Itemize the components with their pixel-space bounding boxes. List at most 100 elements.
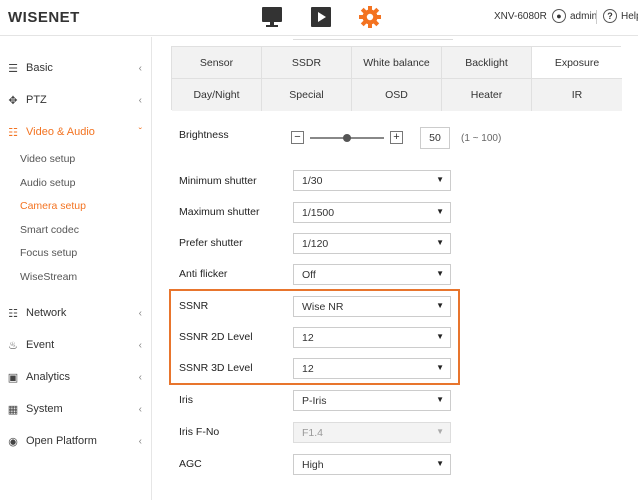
- prefer-shutter-select[interactable]: 1/120 ▼: [293, 233, 451, 254]
- tab-ir[interactable]: IR: [532, 79, 622, 111]
- playback-icon[interactable]: [308, 5, 334, 29]
- list-icon: ☰: [8, 62, 18, 75]
- sidebar-item-basic[interactable]: ☰ Basic ‹: [0, 57, 152, 79]
- user-menu[interactable]: ● admin: [552, 9, 597, 23]
- agc-value: High: [302, 458, 324, 471]
- help-label: Help: [621, 10, 638, 22]
- ssnr-2d-level-label: SSNR 2D Level: [179, 331, 253, 343]
- monitor-icon[interactable]: [259, 5, 285, 29]
- sidebar-item-label: Analytics: [26, 371, 71, 383]
- sidebar-item-system[interactable]: ▦ System ‹: [0, 398, 152, 420]
- tab-ssdr[interactable]: SSDR: [262, 47, 352, 79]
- subitem-video-setup[interactable]: Video setup: [20, 153, 75, 165]
- iris-select[interactable]: P-Iris ▼: [293, 390, 451, 411]
- ssnr-2d-level-select[interactable]: 12 ▼: [293, 327, 451, 348]
- setup-gear-icon[interactable]: [357, 5, 383, 29]
- prefer-shutter-label: Prefer shutter: [179, 237, 243, 249]
- agc-label: AGC: [179, 458, 202, 470]
- chevron-left-icon: ‹: [138, 94, 142, 106]
- sidebar-item-label: Network: [26, 307, 67, 319]
- agc-select[interactable]: High ▼: [293, 454, 451, 475]
- subitem-smart-codec[interactable]: Smart codec: [20, 224, 79, 236]
- tab-backlight[interactable]: Backlight: [442, 47, 532, 79]
- brightness-label: Brightness: [179, 129, 229, 141]
- sidebar-item-label: PTZ: [26, 94, 47, 106]
- user-name: admin: [570, 10, 598, 22]
- chevron-left-icon: ‹: [138, 403, 142, 415]
- move-icon: ✥: [8, 94, 18, 107]
- brightness-range-hint: (1 ~ 100): [461, 133, 502, 144]
- chevron-left-icon: ‹: [138, 307, 142, 319]
- dropdown-caret-icon: ▼: [436, 301, 444, 310]
- chevron-left-icon: ‹: [138, 435, 142, 447]
- dropdown-caret-icon: ▼: [436, 427, 444, 436]
- sliders-icon: ☷: [8, 126, 18, 139]
- max-shutter-select[interactable]: 1/1500 ▼: [293, 202, 451, 223]
- dropdown-caret-icon: ▼: [436, 269, 444, 278]
- brightness-slider-handle[interactable]: [343, 134, 351, 142]
- iris-fno-select: F1.4 ▼: [293, 422, 451, 443]
- sidebar-item-label: Basic: [26, 62, 53, 74]
- ssnr-value: Wise NR: [302, 300, 344, 313]
- sidebar: ☰ Basic ‹ ✥ PTZ ‹ ☷ Video & Audio ˇ Vide…: [0, 37, 152, 500]
- chevron-left-icon: ‹: [138, 339, 142, 351]
- user-icon: ●: [552, 9, 566, 23]
- chip-icon: ▦: [7, 403, 19, 416]
- network-icon: ☷: [8, 307, 18, 320]
- subitem-audio-setup[interactable]: Audio setup: [20, 177, 75, 189]
- min-shutter-value: 1/30: [302, 174, 323, 187]
- sidebar-item-label: Event: [26, 339, 55, 351]
- tab-special[interactable]: Special: [262, 79, 352, 111]
- platform-icon: ◉: [8, 435, 18, 448]
- tab-white-balance[interactable]: White balance: [352, 47, 442, 79]
- tab-sensor[interactable]: Sensor: [172, 47, 262, 79]
- sidebar-item-network[interactable]: ☷ Network ‹: [0, 302, 152, 324]
- brightness-increase-button[interactable]: +: [390, 131, 403, 144]
- subitem-camera-setup[interactable]: Camera setup: [20, 200, 86, 212]
- ssnr-3d-level-label: SSNR 3D Level: [179, 362, 253, 374]
- dropdown-caret-icon: ▼: [436, 332, 444, 341]
- prefer-shutter-value: 1/120: [302, 237, 329, 250]
- ssnr-3d-level-select[interactable]: 12 ▼: [293, 358, 451, 379]
- sidebar-item-open-platform[interactable]: ◉ Open Platform ‹: [0, 430, 152, 452]
- iris-fno-label: Iris F-No: [179, 426, 220, 438]
- dropdown-caret-icon: ▼: [436, 238, 444, 247]
- chevron-left-icon: ‹: [138, 62, 142, 74]
- subitem-wisestream[interactable]: WiseStream: [20, 271, 77, 283]
- help-icon: ?: [603, 9, 617, 23]
- wisenet-logo: WISENET: [8, 9, 80, 26]
- ssnr-2d-level-value: 12: [302, 331, 314, 344]
- iris-fno-value: F1.4: [302, 426, 324, 439]
- dropdown-caret-icon: ▼: [436, 459, 444, 468]
- sidebar-item-video-audio[interactable]: ☷ Video & Audio ˇ: [0, 121, 152, 143]
- sidebar-item-label: Open Platform: [26, 435, 97, 447]
- sidebar-item-ptz[interactable]: ✥ PTZ ‹: [0, 89, 152, 111]
- brightness-decrease-button[interactable]: −: [291, 131, 304, 144]
- tab-day-night[interactable]: Day/Night: [172, 79, 262, 111]
- subitem-focus-setup[interactable]: Focus setup: [20, 247, 77, 259]
- max-shutter-label: Maximum shutter: [179, 206, 260, 218]
- chevron-down-icon: ˇ: [138, 126, 142, 138]
- brightness-value-input[interactable]: 50: [420, 127, 450, 149]
- sidebar-item-label: System: [26, 403, 63, 415]
- dropdown-caret-icon: ▼: [436, 363, 444, 372]
- tab-osd[interactable]: OSD: [352, 79, 442, 111]
- help-link[interactable]: ? Help: [603, 9, 638, 23]
- tab-heater[interactable]: Heater: [442, 79, 532, 111]
- header-divider: [596, 10, 597, 24]
- iris-label: Iris: [179, 394, 193, 406]
- top-header: WISENET XNV-6080R ● admin ? Hel: [0, 0, 638, 36]
- sidebar-item-event[interactable]: ♨ Event ‹: [0, 334, 152, 356]
- ssnr-select[interactable]: Wise NR ▼: [293, 296, 451, 317]
- chevron-left-icon: ‹: [138, 371, 142, 383]
- anti-flicker-select[interactable]: Off ▼: [293, 264, 451, 285]
- tab-exposure[interactable]: Exposure: [532, 47, 622, 79]
- camera-setup-tabs: Sensor SSDR White balance Backlight Expo…: [171, 46, 622, 111]
- sidebar-item-analytics[interactable]: ▣ Analytics ‹: [0, 366, 152, 388]
- main-content: Sensor SSDR White balance Backlight Expo…: [153, 37, 638, 500]
- ssnr-3d-level-value: 12: [302, 362, 314, 375]
- min-shutter-select[interactable]: 1/30 ▼: [293, 170, 451, 191]
- frame-icon: ▣: [7, 371, 19, 384]
- ssnr-label: SSNR: [179, 300, 209, 312]
- dropdown-caret-icon: ▼: [436, 395, 444, 404]
